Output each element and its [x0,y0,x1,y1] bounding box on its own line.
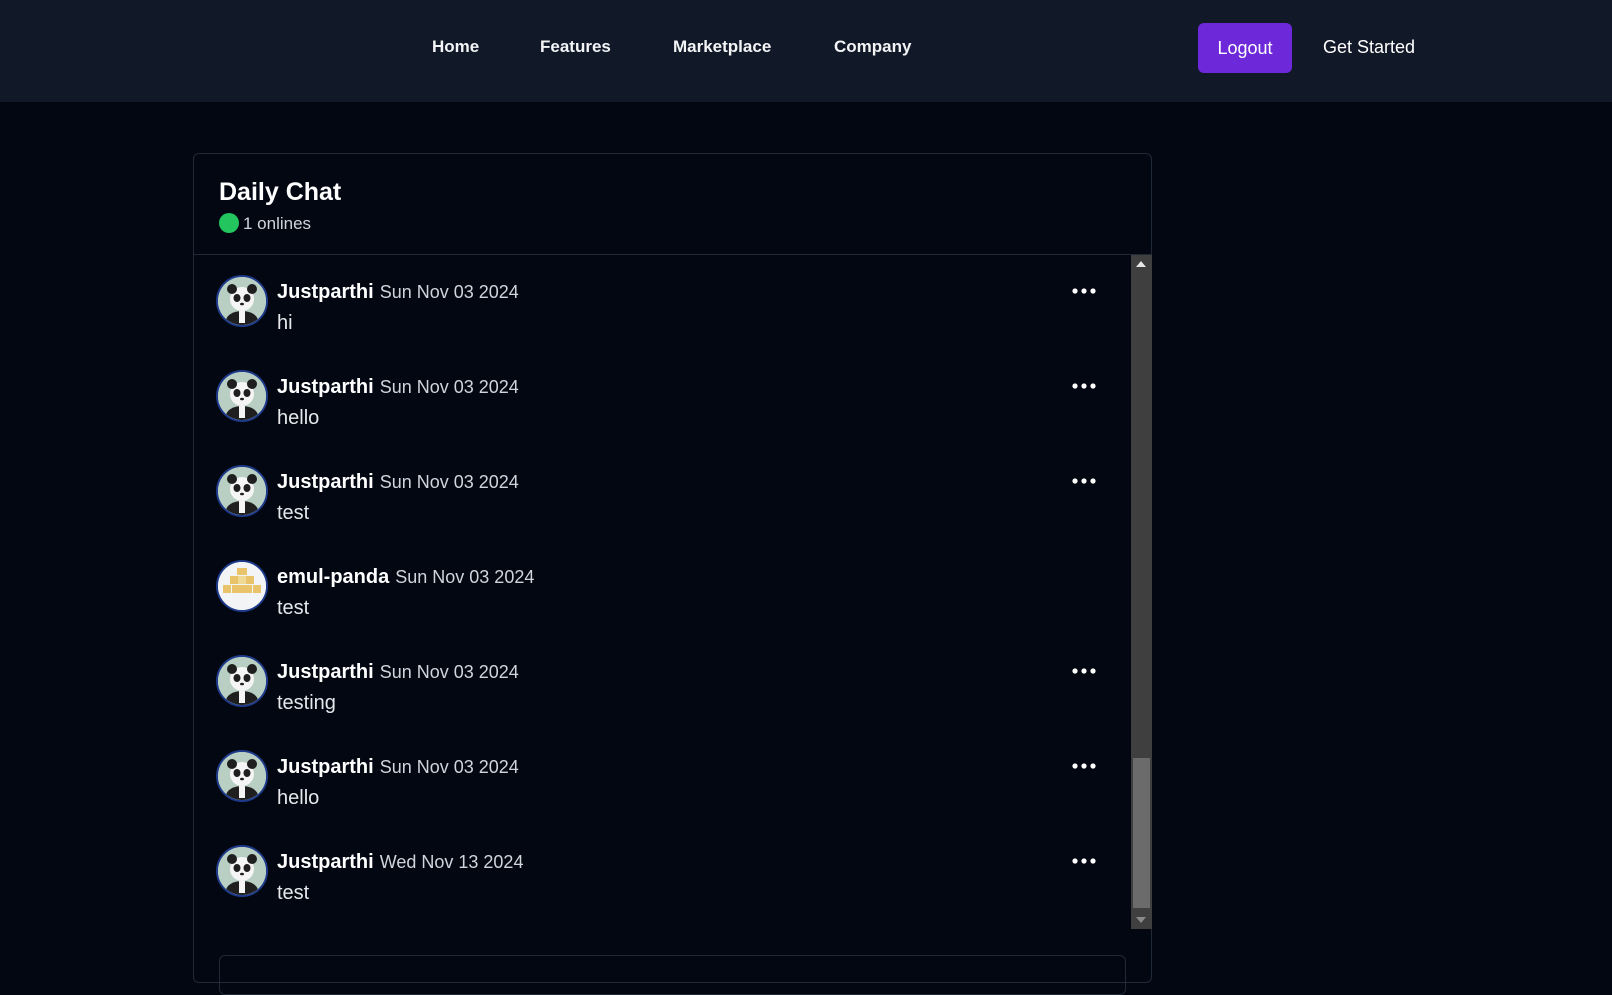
get-started-button[interactable]: Get Started [1323,37,1415,58]
chat-message: emul-panda Sun Nov 03 2024 test [216,560,1106,630]
chat-message: Justparthi Sun Nov 03 2024 hi [216,275,1106,345]
message-text: test [277,882,310,904]
panda-avatar-icon [216,655,268,707]
message-text: test [277,597,310,619]
message-list[interactable]: Justparthi Sun Nov 03 2024 hi Justparthi S… [194,255,1131,929]
chat-title: Daily Chat [219,178,342,206]
panda-avatar-icon [216,275,268,327]
message-text: hello [277,787,320,809]
message-username[interactable]: Justparthi [277,376,374,398]
message-date: Sun Nov 03 2024 [379,662,519,682]
identicon-avatar-icon [216,560,268,612]
chat-panel: Daily Chat 1 onlines Justparthi Sun Nov 0… [193,153,1152,995]
message-text: testing [277,692,336,714]
nav-link-home[interactable]: Home [432,37,479,57]
panda-avatar-icon [216,845,268,897]
message-username[interactable]: Justparthi [277,661,374,683]
chat-message: Justparthi Sun Nov 03 2024 hello [216,750,1106,820]
online-count: 1 onlines [243,214,312,233]
chat-message: Justparthi Sun Nov 03 2024 test [216,465,1106,535]
scrollbar-thumb[interactable] [1133,758,1150,908]
logout-button[interactable]: Logout [1198,23,1292,73]
message-username[interactable]: Justparthi [277,756,374,778]
message-date: Sun Nov 03 2024 [379,757,519,777]
more-options-icon[interactable] [1071,856,1097,866]
message-date: Sun Nov 03 2024 [379,377,519,397]
message-username[interactable]: Justparthi [277,281,374,303]
chat-message: Justparthi Wed Nov 13 2024 test [216,845,1106,915]
message-text: hello [277,407,320,429]
scroll-up-arrow-icon[interactable] [1136,261,1146,267]
more-options-icon[interactable] [1071,476,1097,486]
scroll-down-arrow-icon[interactable] [1136,917,1146,923]
message-input[interactable] [219,955,1126,995]
nav-link-marketplace[interactable]: Marketplace [673,37,771,57]
more-options-icon[interactable] [1071,666,1097,676]
message-date: Sun Nov 03 2024 [395,567,535,587]
message-list-scrollbar[interactable] [1131,255,1152,929]
nav-link-company[interactable]: Company [834,37,911,57]
panda-avatar-icon [216,750,268,802]
message-text: test [277,502,310,524]
chat-message: Justparthi Sun Nov 03 2024 hello [216,370,1106,440]
more-options-icon[interactable] [1071,761,1097,771]
message-text: hi [277,312,293,334]
message-username[interactable]: emul-panda [277,566,389,588]
panda-avatar-icon [216,370,268,422]
nav-link-features[interactable]: Features [540,37,611,57]
message-date: Sun Nov 03 2024 [379,472,519,492]
message-username[interactable]: Justparthi [277,851,374,873]
more-options-icon[interactable] [1071,381,1097,391]
message-username[interactable]: Justparthi [277,471,374,493]
panda-avatar-icon [216,465,268,517]
chat-message: Justparthi Sun Nov 03 2024 testing [216,655,1106,725]
more-options-icon[interactable] [1071,286,1097,296]
chat-header: Daily Chat 1 onlines [194,154,1151,255]
top-navbar: Home Features Marketplace Company Logout… [0,0,1612,102]
message-date: Wed Nov 13 2024 [379,852,524,872]
online-dot-icon [219,213,239,233]
message-date: Sun Nov 03 2024 [379,282,519,302]
